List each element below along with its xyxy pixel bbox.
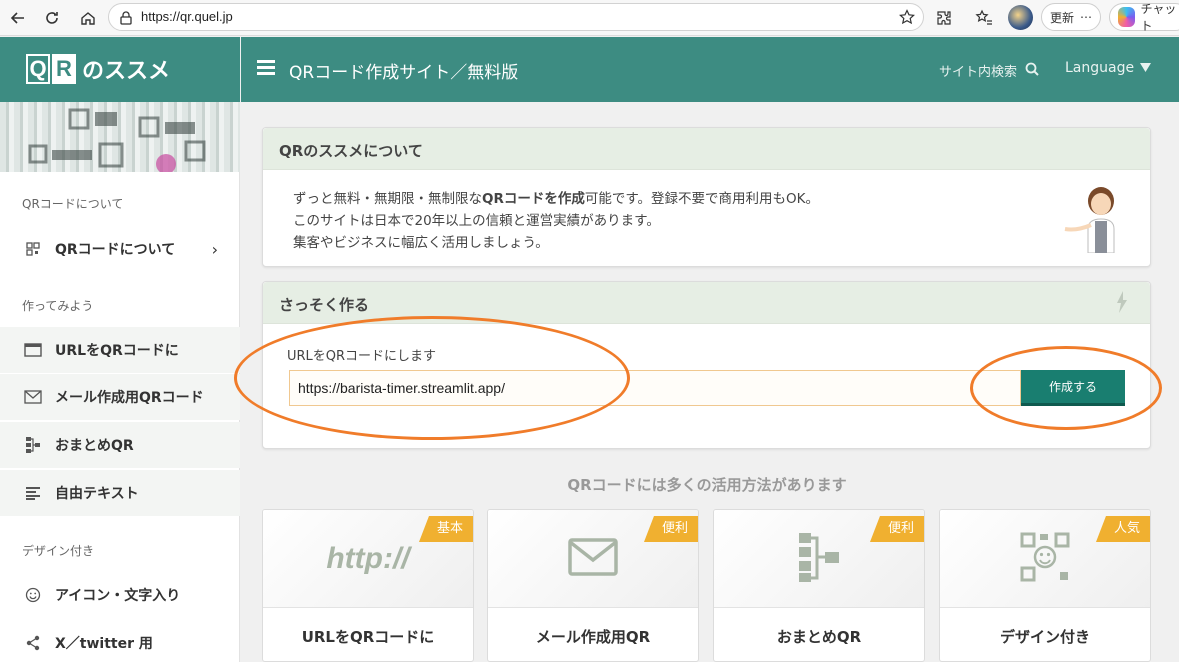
back-icon[interactable] bbox=[6, 6, 30, 30]
guide-illustration bbox=[1059, 183, 1123, 257]
language-label: Language bbox=[1065, 60, 1135, 76]
section-label-make: 作ってみよう bbox=[22, 299, 94, 313]
more-icon: ⋯ bbox=[1080, 10, 1093, 24]
http-art: http:// bbox=[326, 541, 410, 575]
sidebar-item-label: URLをQRコードに bbox=[55, 343, 179, 359]
logo-bar: Q R のススメ bbox=[0, 37, 240, 102]
envelope-icon bbox=[568, 537, 618, 580]
logo-q: Q bbox=[26, 54, 50, 84]
sidebar-item-about[interactable]: QRコードについて › bbox=[0, 226, 240, 272]
site-header: QRコード作成サイト／無料版 サイト内検索 Language bbox=[241, 37, 1179, 102]
uses-heading: QRコードには多くの活用方法があります bbox=[567, 476, 847, 494]
chat-button[interactable]: チャット bbox=[1109, 2, 1179, 33]
annotation-ellipse-button bbox=[970, 346, 1162, 430]
envelope-icon bbox=[24, 388, 42, 406]
about-text: ずっと無料・無期限・無制限なQRコードを作成可能です。登録不要で商用利用もOK。… bbox=[293, 188, 819, 254]
sidebar-item-url[interactable]: URLをQRコードに bbox=[0, 327, 240, 373]
annotation-ellipse-input bbox=[234, 316, 630, 440]
section-label-design: デザイン付き bbox=[22, 544, 95, 558]
tile-design[interactable]: 人気 デザイン付き bbox=[939, 509, 1151, 662]
lightning-icon bbox=[1116, 291, 1128, 317]
about-line1-bold: QRコードを作成 bbox=[482, 191, 585, 207]
tile-label: メール作成用QR bbox=[535, 628, 651, 646]
site-search-label: サイト内検索 bbox=[939, 65, 1018, 80]
sidebar-item-icon-text[interactable]: アイコン・文字入り bbox=[0, 572, 240, 618]
profile-avatar[interactable] bbox=[1008, 5, 1033, 30]
copilot-icon bbox=[1118, 7, 1135, 27]
sitemap-icon bbox=[797, 531, 841, 587]
about-card-header: QRのススメについて bbox=[263, 128, 1150, 170]
tile-url[interactable]: http:// 基本 URLをQRコードに bbox=[262, 509, 474, 662]
address-bar[interactable]: https://qr.quel.jp bbox=[108, 3, 924, 31]
sidebar-item-label: 自由テキスト bbox=[55, 486, 139, 502]
sidebar-item-label: QRコードについて bbox=[55, 242, 176, 258]
site-logo[interactable]: Q R のススメ bbox=[26, 53, 170, 85]
section-label-about: QRコードについて bbox=[22, 197, 124, 211]
sidebar-item-twitter[interactable]: X／twitter 用 bbox=[0, 620, 240, 662]
tile-bundle[interactable]: 便利 おまとめQR bbox=[713, 509, 925, 662]
sidebar-item-text[interactable]: 自由テキスト bbox=[0, 470, 240, 516]
about-line3: 集客やビジネスに幅広く活用しましょう。 bbox=[293, 235, 549, 251]
about-card: QRのススメについて ずっと無料・無期限・無制限なQRコードを作成可能です。登録… bbox=[262, 127, 1151, 267]
page-title: QRコード作成サイト／無料版 bbox=[289, 63, 519, 83]
sidebar-banner bbox=[0, 102, 240, 172]
language-selector[interactable]: Language bbox=[1065, 60, 1152, 76]
sidebar-item-label: おまとめQR bbox=[55, 438, 134, 454]
site-search-button[interactable]: サイト内検索 bbox=[939, 61, 1039, 80]
sidebar: Q R のススメ QRコードについて QRコードについて › 作ってみよう UR… bbox=[0, 37, 240, 662]
home-icon[interactable] bbox=[76, 6, 100, 30]
menu-icon[interactable] bbox=[257, 60, 275, 75]
about-line2: このサイトは日本で20年以上の信頼と運営実績があります。 bbox=[293, 213, 660, 229]
sitemap-icon bbox=[24, 436, 42, 454]
site-info-icon[interactable] bbox=[119, 10, 133, 29]
sidebar-item-bundle[interactable]: おまとめQR bbox=[0, 422, 240, 468]
about-line1-post: 可能です。登録不要で商用利用もOK。 bbox=[584, 191, 820, 207]
about-card-title: QRのススメについて bbox=[279, 142, 423, 160]
sidebar-item-label: メール作成用QRコード bbox=[55, 390, 204, 406]
qr-icon bbox=[24, 240, 42, 258]
caret-down-icon bbox=[1140, 60, 1152, 76]
about-line1-pre: ずっと無料・無期限・無制限な bbox=[293, 191, 482, 207]
reload-icon[interactable] bbox=[40, 6, 64, 30]
qr-smiley-icon bbox=[1020, 532, 1070, 586]
chat-label: チャット bbox=[1140, 2, 1177, 33]
text-lines-icon bbox=[24, 484, 42, 502]
smiley-icon bbox=[24, 586, 42, 604]
sidebar-item-label: X／twitter 用 bbox=[55, 636, 153, 652]
sidebar-item-mail[interactable]: メール作成用QRコード bbox=[0, 374, 240, 420]
share-icon bbox=[24, 634, 42, 652]
update-label: 更新 bbox=[1050, 10, 1075, 25]
favorite-star-icon[interactable] bbox=[899, 9, 915, 29]
quick-card-title: さっそく作る bbox=[279, 296, 370, 314]
extensions-icon[interactable] bbox=[932, 6, 956, 30]
tile-label: デザイン付き bbox=[999, 628, 1090, 646]
update-button[interactable]: 更新 ⋯ bbox=[1041, 3, 1102, 31]
browser-toolbar: https://qr.quel.jp 更新 ⋯ チャット bbox=[0, 0, 1179, 36]
chevron-right-icon: › bbox=[211, 239, 218, 259]
tile-label: URLをQRコードに bbox=[301, 628, 435, 646]
favorites-icon[interactable] bbox=[972, 6, 996, 30]
tile-label: おまとめQR bbox=[776, 628, 862, 646]
tile-mail[interactable]: 便利 メール作成用QR bbox=[487, 509, 699, 662]
search-icon bbox=[1025, 62, 1039, 80]
url-text: https://qr.quel.jp bbox=[141, 9, 233, 24]
sidebar-item-label: アイコン・文字入り bbox=[55, 588, 181, 604]
logo-suffix: のススメ bbox=[82, 59, 171, 84]
browser-window-icon bbox=[24, 341, 42, 359]
logo-r: R bbox=[52, 54, 76, 84]
